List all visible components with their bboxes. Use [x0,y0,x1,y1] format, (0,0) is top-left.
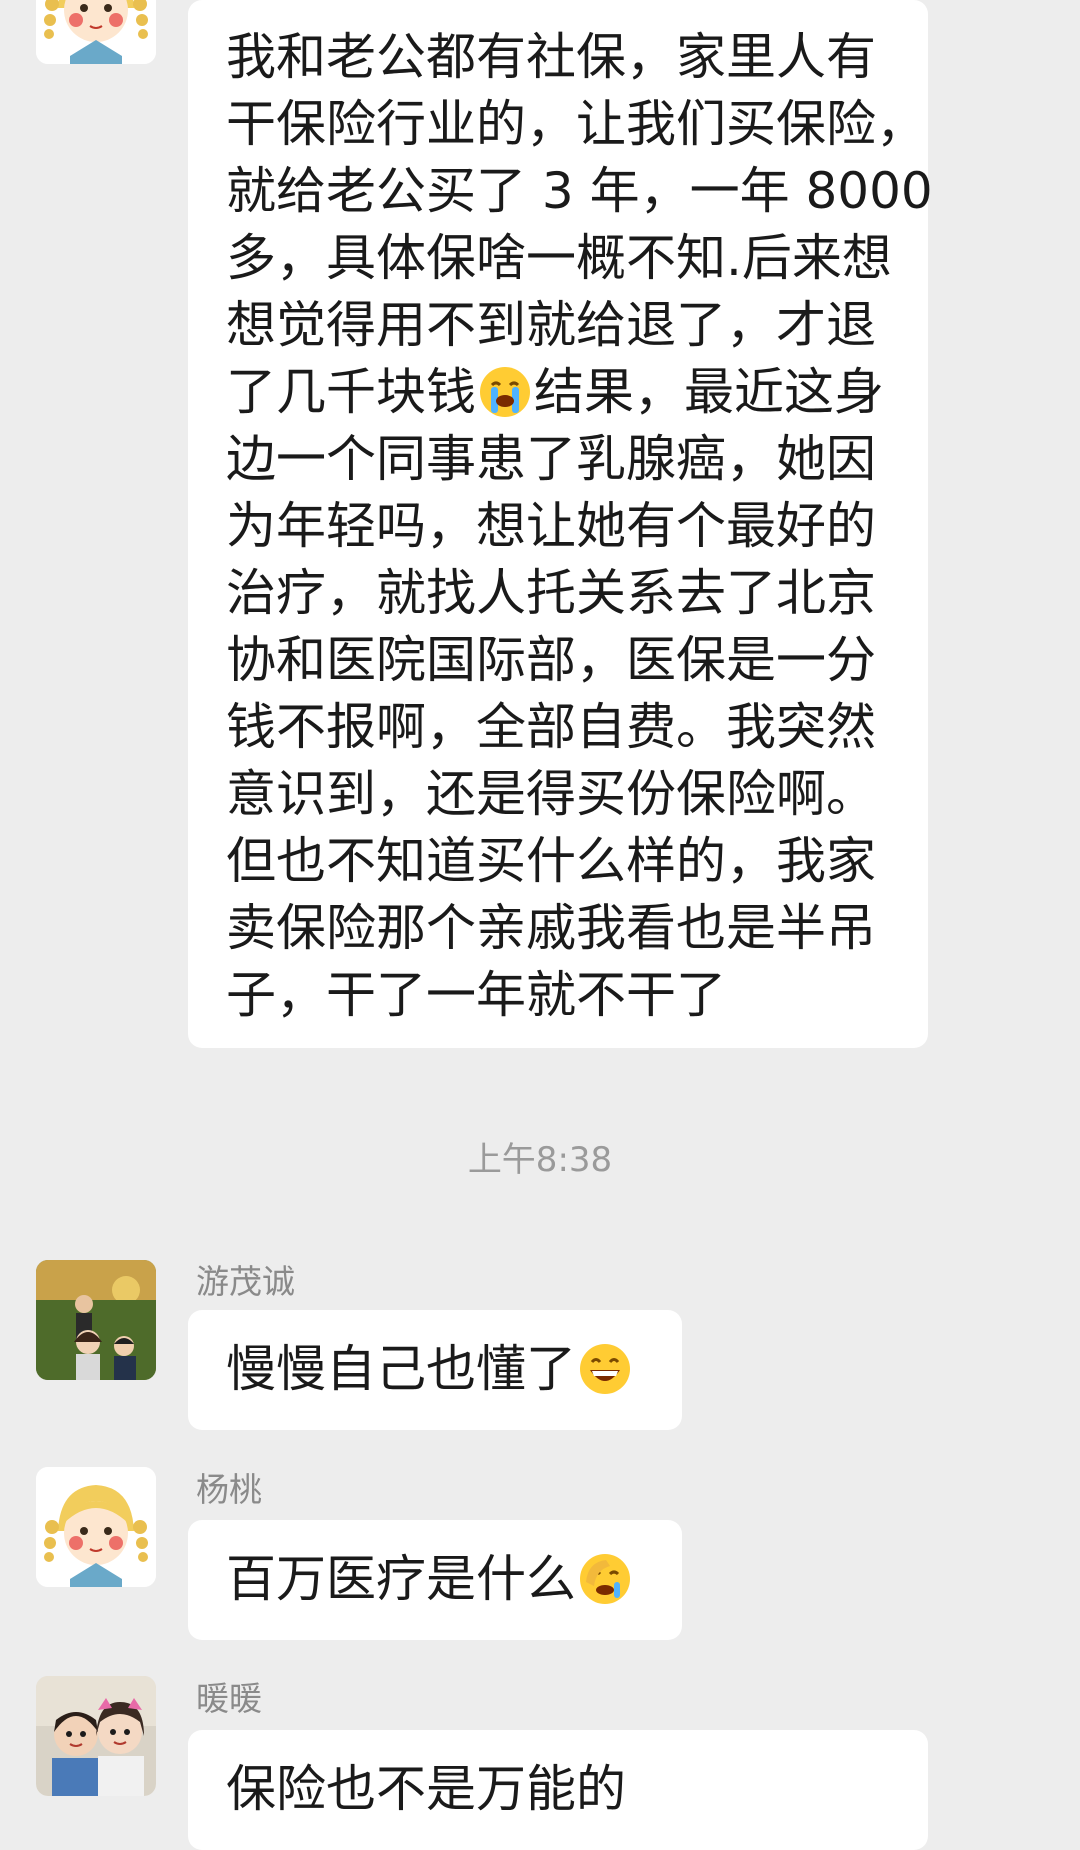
message-line: 为年轻吗，想让她有个最好的 [226,497,876,555]
message-line: 边一个同事患了乳腺癌，她因 [226,430,876,488]
message-line: 想觉得用不到就给退了，才退 [226,296,876,354]
face-palm-laughing-icon [578,1552,632,1606]
grinning-face-icon [578,1342,632,1396]
timestamp: 上午8:38 [467,1140,613,1180]
sender-name: 暖暖 [196,1679,262,1718]
message-line: 意识到，还是得买份保险啊。 [226,765,876,823]
message-line: 干保险行业的，让我们买保险， [226,95,926,153]
mother-child-photo-avatar-icon [36,1676,156,1796]
message-bubble[interactable]: 百万医疗是什么 [188,1520,682,1640]
chat-window: 我和老公都有社保，家里人有 干保险行业的，让我们买保险， 就给老公买了 3 年，… [0,0,1080,1850]
family-photo-avatar-icon [36,1260,156,1380]
message-bubble[interactable]: 保险也不是万能的 [188,1730,928,1850]
message-text: 保险也不是万能的 [226,1756,892,1823]
message-line: 协和医院国际部，医保是一分 [226,631,876,689]
message-text: 我和老公都有社保，家里人有 干保险行业的，让我们买保险， 就给老公买了 3 年，… [226,24,933,1029]
message-line: 但也不知道买什么样的，我家 [226,832,876,890]
loudly-crying-face-icon [478,365,532,419]
message-line: 治疗，就找人托关系去了北京 [226,564,876,622]
message-line: 就给老公买了 3 年，一年 8000 [226,162,933,220]
message-bubble[interactable]: 我和老公都有社保，家里人有 干保险行业的，让我们买保险， 就给老公买了 3 年，… [188,0,933,1048]
avatar[interactable] [36,1467,156,1587]
message-line: 我和老公都有社保，家里人有 [226,28,876,86]
message-bubble[interactable]: 慢慢自己也懂了 [188,1310,682,1430]
message-line: 子，干了一年就不干了 [226,966,726,1024]
message-line-part: 慢慢自己也懂了 [226,1340,576,1398]
message-line-part: 百万医疗是什么 [226,1550,576,1608]
message-line: 卖保险那个亲戚我看也是半吊 [226,899,876,957]
message-line-part: 了几千块钱 [226,363,476,421]
message-line-part: 结果，最近这身 [534,363,884,421]
message-line: 慢慢自己也懂了 [226,1336,646,1403]
message-line: 百万医疗是什么 [226,1546,646,1613]
avatar[interactable] [36,1260,156,1380]
message-line: 保险也不是万能的 [226,1760,626,1818]
message-text: 慢慢自己也懂了 [226,1336,646,1403]
cartoon-girl-avatar-icon [36,0,156,64]
cartoon-girl-avatar-icon [36,1467,156,1587]
message-text: 百万医疗是什么 [226,1546,646,1613]
avatar[interactable] [36,0,156,64]
message-line: 了几千块钱 结果，最近这身 [226,359,892,426]
sender-name: 杨桃 [196,1470,262,1509]
avatar[interactable] [36,1676,156,1796]
sender-name: 游茂诚 [196,1262,295,1301]
message-line: 多，具体保啥一概不知.后来想 [226,229,892,287]
message-line: 钱不报啊，全部自费。我突然 [226,698,876,756]
